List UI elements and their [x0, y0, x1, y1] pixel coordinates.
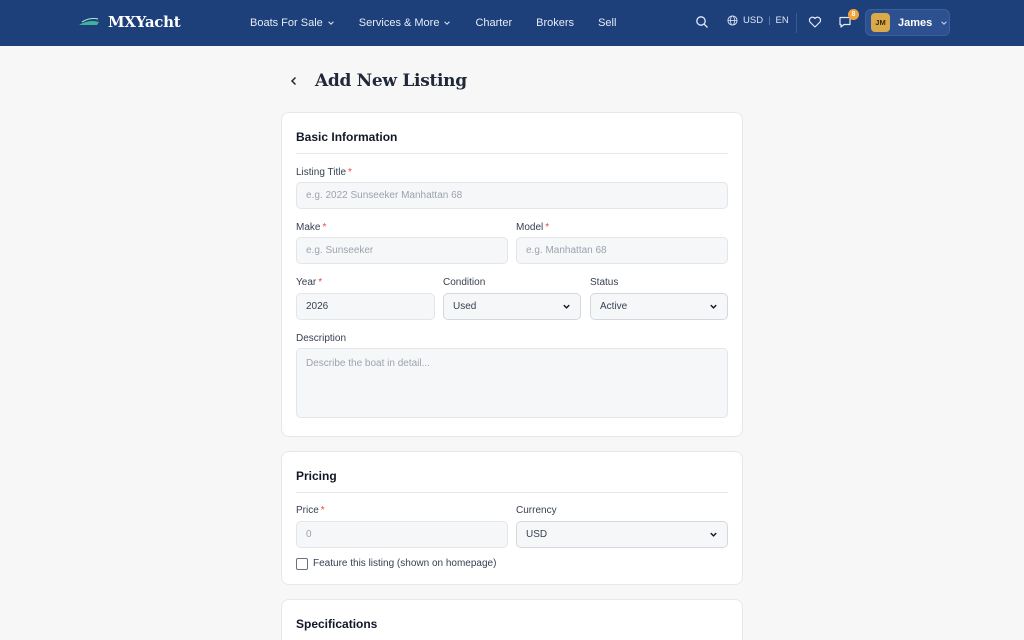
section-title: Specifications	[296, 617, 378, 631]
condition-select[interactable]: Used	[443, 293, 581, 320]
listing-title-label: Listing Title *	[296, 167, 352, 178]
year-label: Year *	[296, 277, 322, 288]
chevron-down-icon	[563, 304, 570, 309]
main-nav: Boats For Sale Services & More Charter B…	[250, 0, 640, 46]
basic-information-card: Basic Information Listing Title * e.g. 20…	[281, 112, 743, 437]
feature-listing-checkbox[interactable]	[296, 558, 308, 570]
chevron-down-icon	[327, 21, 334, 25]
label-text: Year	[296, 277, 317, 288]
brand-name: MXYacht	[108, 13, 181, 31]
search-icon[interactable]	[695, 15, 709, 29]
description-label: Description	[296, 333, 347, 344]
nav-services-more[interactable]: Services & More	[359, 17, 452, 29]
status-label: Status	[590, 277, 619, 288]
select-value: USD	[526, 529, 548, 540]
make-label: Make *	[296, 222, 326, 233]
messages-count-badge: 8	[848, 9, 859, 20]
currency-code: USD	[743, 15, 764, 26]
condition-label: Condition	[443, 277, 486, 288]
user-name: James	[898, 16, 933, 29]
back-arrow-icon[interactable]	[287, 74, 301, 88]
required-mark: *	[320, 505, 325, 516]
section-divider	[296, 153, 728, 154]
required-mark: *	[318, 277, 323, 288]
required-mark: *	[322, 222, 327, 233]
avatar: JM	[871, 13, 890, 32]
top-navigation-bar: MXYacht Boats For Sale Services & More C…	[0, 0, 1024, 46]
specifications-card: Specifications	[281, 599, 743, 640]
make-input[interactable]: e.g. Sunseeker	[296, 237, 508, 264]
chevron-down-icon	[710, 304, 717, 309]
section-title: Pricing	[296, 469, 337, 483]
pricing-card: Pricing Price * 0 Currency USD Feature th…	[281, 451, 743, 585]
model-label: Model *	[516, 222, 549, 233]
section-title: Basic Information	[296, 130, 398, 144]
select-value: Active	[600, 301, 628, 312]
label-text: Make	[296, 222, 321, 233]
globe-icon	[727, 15, 738, 26]
required-mark: *	[348, 167, 352, 178]
nav-item-label: Sell	[598, 17, 617, 29]
nav-sell[interactable]: Sell	[598, 17, 616, 29]
yacht-logo-icon	[78, 15, 100, 29]
currency-select[interactable]: USD	[516, 521, 728, 548]
page-title: Add New Listing	[315, 71, 467, 91]
description-textarea[interactable]: Describe the boat in detail...	[296, 348, 728, 418]
status-select[interactable]: Active	[590, 293, 728, 320]
brand-logo[interactable]: MXYacht	[78, 13, 181, 31]
nav-charter[interactable]: Charter	[475, 17, 512, 29]
year-input[interactable]: 2026	[296, 293, 435, 320]
nav-item-label: Charter	[475, 17, 513, 29]
price-input[interactable]: 0	[296, 521, 508, 548]
currency-language-selector[interactable]: USD | EN	[727, 15, 789, 26]
feature-listing-label[interactable]: Feature this listing (shown on homepage)	[313, 558, 496, 569]
heart-icon[interactable]	[808, 15, 822, 29]
header-divider	[796, 13, 797, 33]
chevron-down-icon	[710, 532, 717, 537]
nav-item-label: Boats For Sale	[250, 17, 323, 29]
label-text: Model	[516, 222, 544, 233]
listing-title-input[interactable]: e.g. 2022 Sunseeker Manhattan 68	[296, 182, 728, 209]
chevron-down-icon	[941, 20, 948, 25]
nav-brokers[interactable]: Brokers	[536, 17, 574, 29]
user-menu-button[interactable]: JM James	[865, 9, 950, 36]
nav-item-label: Brokers	[536, 17, 575, 29]
separator: |	[768, 15, 771, 26]
required-mark: *	[545, 222, 550, 233]
chevron-down-icon	[444, 21, 451, 25]
nav-item-label: Services & More	[358, 17, 440, 29]
price-label: Price *	[296, 505, 325, 516]
currency-label: Currency	[516, 505, 557, 516]
model-input[interactable]: e.g. Manhattan 68	[516, 237, 728, 264]
nav-boats-for-sale[interactable]: Boats For Sale	[250, 17, 335, 29]
language-code: EN	[775, 15, 789, 26]
label-text: Listing Title	[296, 167, 347, 178]
label-text: Price	[296, 505, 319, 516]
select-value: Used	[453, 301, 477, 312]
section-divider	[296, 492, 728, 493]
